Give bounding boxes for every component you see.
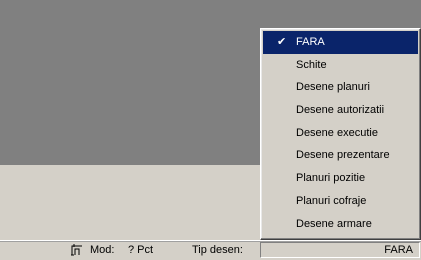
menu-item-label: Desene autorizatii [296,104,385,117]
menu-item-label: FARA [296,36,325,48]
menu-item-desene-autorizatii[interactable]: Desene autorizatii [263,99,418,122]
mode-value: ? Pct [128,244,154,256]
frame-corner-icon[interactable] [70,243,84,257]
menu-item-desene-prezentare[interactable]: Desene prezentare [263,144,418,167]
menu-item-desene-planuri[interactable]: Desene planuri [263,76,418,99]
drawing-type-value: FARA [384,244,413,256]
menu-item-desene-armare[interactable]: Desene armare [263,213,418,236]
mode-label: Mod: [90,244,115,256]
checkmark-icon: ✔ [277,36,287,48]
menu-item-fara[interactable]: ✔ FARA [263,31,418,54]
menu-item-planuri-cofraje[interactable]: Planuri cofraje [263,190,418,213]
menu-item-label: Desene prezentare [296,149,390,162]
menu-item-label: Desene planuri [296,81,370,94]
menu-item-label: Desene armare [296,217,372,230]
menu-item-label: Planuri pozitie [296,172,366,185]
menu-item-label: Planuri cofraje [296,194,367,207]
status-bar: Mod: ? Pct Tip desen: FARA [0,240,421,259]
drawing-type-field[interactable]: FARA [260,242,420,258]
menu-item-label: Schite [296,58,327,71]
menu-item-desene-executie[interactable]: Desene executie [263,122,418,145]
menu-item-planuri-pozitie[interactable]: Planuri pozitie [263,167,418,190]
menu-item-label: Desene executie [296,126,378,139]
drawing-type-menu: ✔ FARA Schite Desene planuri Desene auto… [260,28,421,240]
drawing-type-label: Tip desen: [192,244,243,256]
menu-item-schite[interactable]: Schite [263,54,418,77]
